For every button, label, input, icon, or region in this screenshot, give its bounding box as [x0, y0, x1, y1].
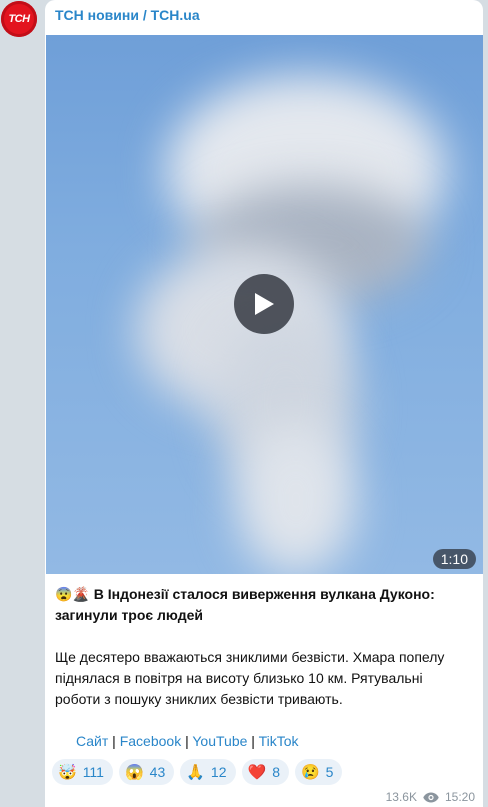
video-duration: 1:10 — [432, 549, 476, 569]
youtube-link[interactable]: YouTube — [192, 733, 247, 749]
post-time: 15:20 — [444, 790, 475, 804]
link-separator: | — [247, 733, 259, 749]
heart-icon: ❤️ — [247, 764, 267, 781]
post-body: Ще десятеро вважаються зниклими безвісти… — [55, 649, 445, 707]
reaction-heart[interactable]: ❤️ 8 — [241, 759, 289, 785]
message-bubble: ТСН новини / ТСН.ua 1:10 😨🌋 В Індонезії … — [45, 0, 483, 807]
post-headline: 😨🌋 В Індонезії сталося виверження вулкан… — [55, 584, 465, 626]
link-separator: | — [108, 733, 120, 749]
video-player[interactable]: 1:10 — [46, 35, 483, 574]
facebook-link[interactable]: Facebook — [120, 733, 181, 749]
reaction-count: 5 — [325, 764, 334, 780]
eye-icon — [423, 792, 439, 802]
channel-name[interactable]: ТСН новини / ТСН.ua — [55, 7, 200, 23]
tiktok-link[interactable]: TikTok — [259, 733, 299, 749]
mind-blown-icon: 🤯 — [58, 764, 77, 781]
reaction-count: 8 — [272, 764, 280, 780]
scream-icon: 😱 — [124, 764, 144, 781]
pray-icon: 🙏 — [186, 764, 205, 781]
reaction-pray[interactable]: 🙏 12 — [180, 759, 236, 785]
message-meta: 13.6K 15:20 — [386, 790, 475, 804]
reaction-count: 12 — [210, 764, 227, 780]
cry-icon: 😢 — [300, 764, 320, 781]
view-count: 13.6K — [385, 790, 417, 804]
ash-cloud-shape — [236, 425, 356, 574]
reaction-cry[interactable]: 😢 5 — [294, 759, 343, 785]
channel-avatar[interactable]: ТСН — [1, 1, 37, 37]
reactions-bar: 🤯 111 😱 43 🙏 12 ❤️ 8 😢 5 — [52, 759, 343, 785]
site-link[interactable]: Сайт — [76, 733, 108, 749]
headline-text: В Індонезії сталося виверження вулкана Д… — [55, 586, 435, 623]
reaction-scream[interactable]: 😱 43 — [118, 759, 175, 785]
reaction-count: 111 — [82, 764, 104, 780]
link-separator: | — [181, 733, 193, 749]
post-links: Сайт | Facebook | YouTube | TikTok — [76, 731, 486, 752]
play-icon — [255, 293, 274, 315]
reaction-count: 43 — [149, 764, 166, 780]
reaction-mind-blown[interactable]: 🤯 111 — [52, 759, 113, 785]
play-button[interactable] — [234, 274, 294, 334]
headline-emoji: 😨🌋 — [55, 586, 90, 602]
